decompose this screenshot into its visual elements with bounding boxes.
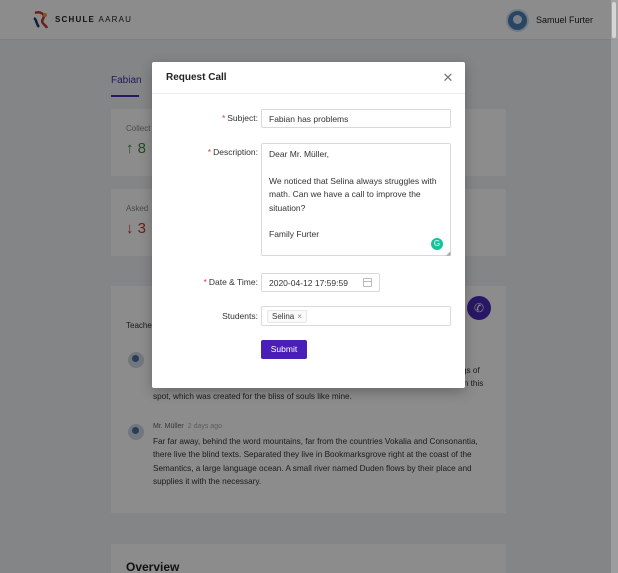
datetime-label: * Date & Time: — [203, 277, 258, 287]
modal-title: Request Call — [166, 72, 227, 83]
students-select[interactable]: Selina × — [261, 306, 451, 326]
submit-button[interactable]: Submit — [261, 340, 307, 359]
description-textarea[interactable]: Dear Mr. Müller, We noticed that Selina … — [261, 143, 451, 256]
calendar-icon[interactable] — [363, 278, 372, 287]
grammarly-icon[interactable]: G — [431, 238, 443, 250]
description-label: * Description: — [207, 147, 258, 157]
subject-input[interactable]: Fabian has problems — [261, 109, 451, 128]
tag-remove-icon[interactable]: × — [297, 312, 302, 321]
request-call-modal: Request Call ✕ * Subject: Fabian has prob… — [152, 62, 465, 388]
modal-header: Request Call ✕ — [152, 62, 465, 94]
scrollbar[interactable] — [611, 0, 618, 573]
close-icon[interactable]: ✕ — [440, 70, 456, 86]
students-label: Students: — [222, 311, 258, 321]
student-tag: Selina × — [267, 310, 307, 323]
scrollbar-thumb[interactable] — [612, 2, 616, 38]
resize-handle-icon[interactable]: ◢ — [446, 250, 451, 257]
subject-label: * Subject: — [221, 113, 258, 123]
